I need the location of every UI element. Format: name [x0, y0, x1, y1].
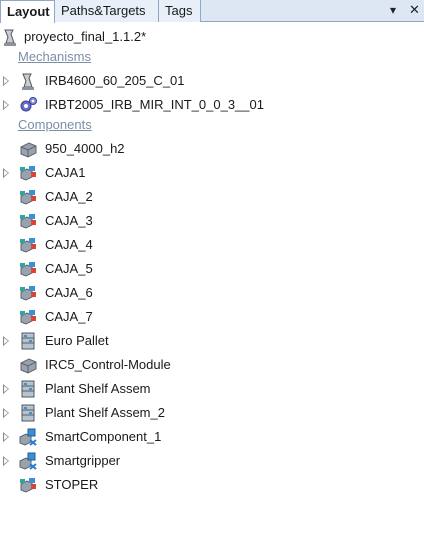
colored-part-icon — [18, 283, 38, 303]
panel-menu-button[interactable]: ▾ — [390, 3, 396, 17]
tree-item-label: CAJA_3 — [45, 213, 93, 228]
tree-item-component[interactable]: Plant Shelf Assem — [0, 378, 424, 400]
section-header-mechanisms: Mechanisms — [18, 49, 91, 64]
tree-item-component[interactable]: STOPER — [0, 474, 424, 496]
colored-part-icon — [18, 235, 38, 255]
tree-item-label: proyecto_final_1.1.2* — [24, 29, 147, 44]
smart-component-icon — [18, 427, 38, 447]
tab-layout[interactable]: Layout — [0, 0, 55, 23]
tree-item-label: CAJA_7 — [45, 309, 93, 324]
tree-item-component[interactable]: CAJA_6 — [0, 282, 424, 304]
tree-item-label: CAJA_5 — [45, 261, 93, 276]
tree-item-label: CAJA_4 — [45, 237, 93, 252]
tab-paths-targets[interactable]: Paths&Targets — [55, 0, 159, 22]
assembly-icon — [18, 379, 38, 399]
colored-part-icon — [18, 163, 38, 183]
expand-arrow-icon[interactable] — [3, 76, 9, 86]
part-icon — [18, 355, 38, 375]
colored-part-icon — [18, 259, 38, 279]
colored-part-icon — [18, 211, 38, 231]
tree-item-label: Euro Pallet — [45, 333, 109, 348]
expand-arrow-icon[interactable] — [3, 336, 9, 346]
section-header-components: Components — [18, 117, 92, 132]
assembly-icon — [18, 403, 38, 423]
part-icon — [18, 139, 38, 159]
colored-part-icon — [18, 475, 38, 495]
smart-component-icon — [18, 451, 38, 471]
expand-arrow-icon[interactable] — [3, 384, 9, 394]
tree-item-component[interactable]: CAJA1 — [0, 162, 424, 184]
gear-mechanism-icon — [18, 95, 38, 115]
close-panel-button[interactable]: ✕ — [409, 2, 420, 18]
tree-item-component[interactable]: CAJA_2 — [0, 186, 424, 208]
colored-part-icon — [18, 187, 38, 207]
tree-item-label: Plant Shelf Assem_2 — [45, 405, 165, 420]
tree-item-component[interactable]: 950_4000_h2 — [0, 138, 424, 160]
tree-item-label: IRB4600_60_205_C_01 — [45, 73, 185, 88]
tree-item-component[interactable]: Plant Shelf Assem_2 — [0, 402, 424, 424]
tree-item-component[interactable]: CAJA_7 — [0, 306, 424, 328]
tree-item-component[interactable]: Euro Pallet — [0, 330, 424, 352]
expand-arrow-icon[interactable] — [3, 100, 9, 110]
assembly-icon — [18, 331, 38, 351]
panel-tab-bar: Layout Paths&Targets Tags ▾ ✕ — [0, 0, 424, 23]
tree-item-component[interactable]: SmartComponent_1 — [0, 426, 424, 448]
tree-item-label: IRC5_Control-Module — [45, 357, 171, 372]
colored-part-icon — [18, 307, 38, 327]
tree-item-mechanism[interactable]: IRB4600_60_205_C_01 — [0, 70, 424, 92]
tree-item-component[interactable]: Smartgripper — [0, 450, 424, 472]
expand-arrow-icon[interactable] — [3, 408, 9, 418]
tree-item-label: SmartComponent_1 — [45, 429, 162, 444]
tree-item-label: Plant Shelf Assem — [45, 381, 151, 396]
tree-item-label: Smartgripper — [45, 453, 121, 468]
tree-item-label: 950_4000_h2 — [45, 141, 125, 156]
tree-item-label: CAJA1 — [45, 165, 86, 180]
tree-root-station[interactable]: proyecto_final_1.1.2* — [0, 26, 424, 48]
tree-item-label: IRBT2005_IRB_MIR_INT_0_0_3__01 — [45, 97, 264, 112]
tree-item-label: CAJA_6 — [45, 285, 93, 300]
expand-arrow-icon[interactable] — [3, 432, 9, 442]
expand-arrow-icon[interactable] — [3, 168, 9, 178]
tree-item-mechanism[interactable]: IRBT2005_IRB_MIR_INT_0_0_3__01 — [0, 94, 424, 116]
tree-item-component[interactable]: CAJA_5 — [0, 258, 424, 280]
expand-arrow-icon[interactable] — [3, 456, 9, 466]
tree-item-component[interactable]: CAJA_3 — [0, 210, 424, 232]
robot-icon — [18, 71, 38, 91]
tree-item-component[interactable]: CAJA_4 — [0, 234, 424, 256]
tree-item-component[interactable]: IRC5_Control-Module — [0, 354, 424, 376]
tab-tags[interactable]: Tags — [159, 0, 201, 22]
station-icon — [0, 27, 20, 47]
tree-item-label: STOPER — [45, 477, 99, 492]
tree-item-label: CAJA_2 — [45, 189, 93, 204]
